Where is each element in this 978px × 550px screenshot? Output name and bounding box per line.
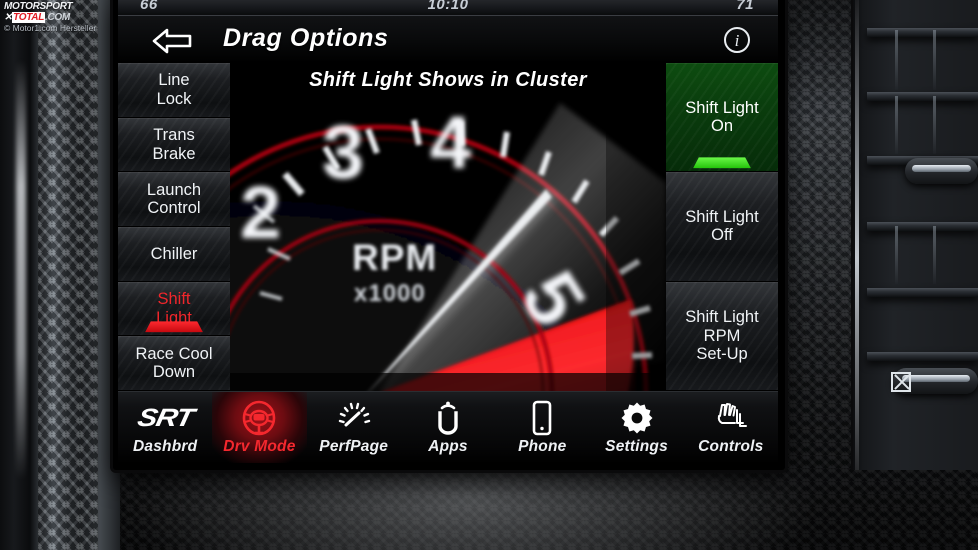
nav-item-controls[interactable]: Controls [684, 392, 778, 463]
nav-label: Drv Mode [223, 438, 296, 455]
selected-indicator-green [693, 157, 751, 169]
option-label: Trans Brake [152, 126, 196, 163]
nav-item-phone[interactable]: Phone [495, 392, 589, 463]
nav-item-drv-mode[interactable]: Drv Mode [212, 392, 307, 463]
right-options-menu: Shift Light On Shift Light Off Shift Light… [666, 63, 778, 391]
screen-header: Drag Options i [118, 16, 778, 65]
nav-label: Settings [605, 438, 668, 455]
right-air-vent[interactable] [851, 0, 978, 470]
option-shift-light-rpm-setup[interactable]: Shift Light RPM Set-Up [666, 281, 778, 391]
option-label: Shift Light Off [685, 208, 759, 245]
option-race-cool-down[interactable]: Race Cool Down [118, 336, 230, 392]
nav-item-apps[interactable]: Apps [401, 392, 495, 463]
screen-body: Line Lock Trans Brake Launch Control Chille… [118, 63, 778, 392]
steering-wheel-icon [241, 400, 277, 436]
status-left-value: 66 [140, 0, 158, 13]
left-options-menu: Line Lock Trans Brake Launch Control Chille… [118, 63, 230, 392]
uconnect-screen: 66 10:10 71 Drag Options i LineLock Tra [118, 0, 778, 463]
center-illustration-panel: 2 3 4 5 6 RPM x1000 [230, 63, 666, 391]
vent-fin [895, 96, 898, 154]
option-label: Race Cool Down [135, 344, 213, 382]
option-shift-light-off[interactable]: Shift Light Off [666, 172, 778, 282]
gauge-icon [336, 400, 372, 436]
watermark-x: ✕ [4, 11, 13, 23]
tachometer-photo: 2 3 4 5 6 RPM x1000 [230, 63, 666, 391]
left-dashboard-pillar [0, 0, 120, 550]
vent-fin [895, 226, 898, 284]
screenshot-root: 66 10:10 71 Drag Options i LineLock Tra [0, 0, 978, 550]
watermark-line2: ✕TOTAL.COM [4, 11, 96, 24]
watermark-total: TOTAL [12, 11, 45, 23]
vent-direction-knob[interactable] [905, 158, 978, 184]
option-launch-control[interactable]: Launch Control [118, 172, 230, 228]
page-title: Drag Options [223, 24, 389, 52]
nav-label: Phone [518, 438, 567, 455]
nav-item-settings[interactable]: Settings [589, 392, 683, 463]
vent-chrome-edge [855, 0, 859, 470]
uconnect-icon [433, 400, 463, 436]
watermark-com: .COM [45, 11, 70, 23]
option-line-lock[interactable]: Line Lock [118, 63, 230, 118]
vent-fin [933, 30, 936, 90]
option-shift-light[interactable]: Shift Light [118, 281, 230, 337]
nav-label: Controls [698, 438, 764, 455]
center-panel-title: Shift Light Shows in Cluster [309, 69, 587, 91]
option-trans-brake[interactable]: Trans Brake [118, 117, 230, 173]
vent-closed-icon [891, 372, 911, 392]
vent-louver [867, 222, 978, 231]
option-shift-light-on[interactable]: Shift Light On [666, 63, 778, 173]
bottom-navigation-bar: SRT Dashbrd Drv Mode PerfPage Apps Phone… [118, 391, 778, 463]
status-clock: 10:10 [427, 0, 469, 13]
option-label: Line Lock [156, 71, 192, 108]
status-bar: 66 10:10 71 [118, 0, 778, 16]
smartphone-icon [531, 400, 553, 436]
option-label: Shift Light On [685, 98, 759, 136]
option-chiller[interactable]: Chiller [118, 227, 230, 282]
vent-louver [867, 288, 978, 297]
vent-louver [867, 352, 978, 361]
selected-indicator-red [145, 321, 203, 333]
watermark: MOTORSPORT ✕TOTAL.COM © Motor1.com Herst… [4, 1, 97, 33]
gear-icon [620, 400, 654, 436]
option-label: Shift Light RPM Set-Up [685, 308, 759, 364]
nav-label: Apps [428, 438, 468, 455]
vent-fin [933, 96, 936, 154]
vent-louver [867, 92, 978, 101]
nav-item-perfpage[interactable]: PerfPage [307, 392, 401, 463]
nav-label: PerfPage [319, 438, 389, 455]
seat-controls-icon [713, 400, 749, 436]
option-label: Launch Control [146, 180, 202, 218]
vent-fin [895, 30, 898, 90]
srt-logo-icon: SRT [134, 403, 196, 432]
nav-label: Dashbrd [133, 438, 198, 455]
info-icon[interactable]: i [724, 27, 750, 53]
status-right-value: 71 [736, 0, 754, 13]
back-arrow-icon[interactable] [151, 28, 193, 54]
option-label: Chiller [150, 244, 198, 263]
left-pillar-highlight [16, 60, 26, 480]
watermark-credit: © Motor1.com Hersteller [4, 23, 97, 33]
left-pillar-weave [38, 0, 98, 550]
vent-fin [933, 226, 936, 284]
vent-louver [867, 28, 978, 37]
nav-item-dashbrd[interactable]: SRT Dashbrd [118, 392, 212, 463]
